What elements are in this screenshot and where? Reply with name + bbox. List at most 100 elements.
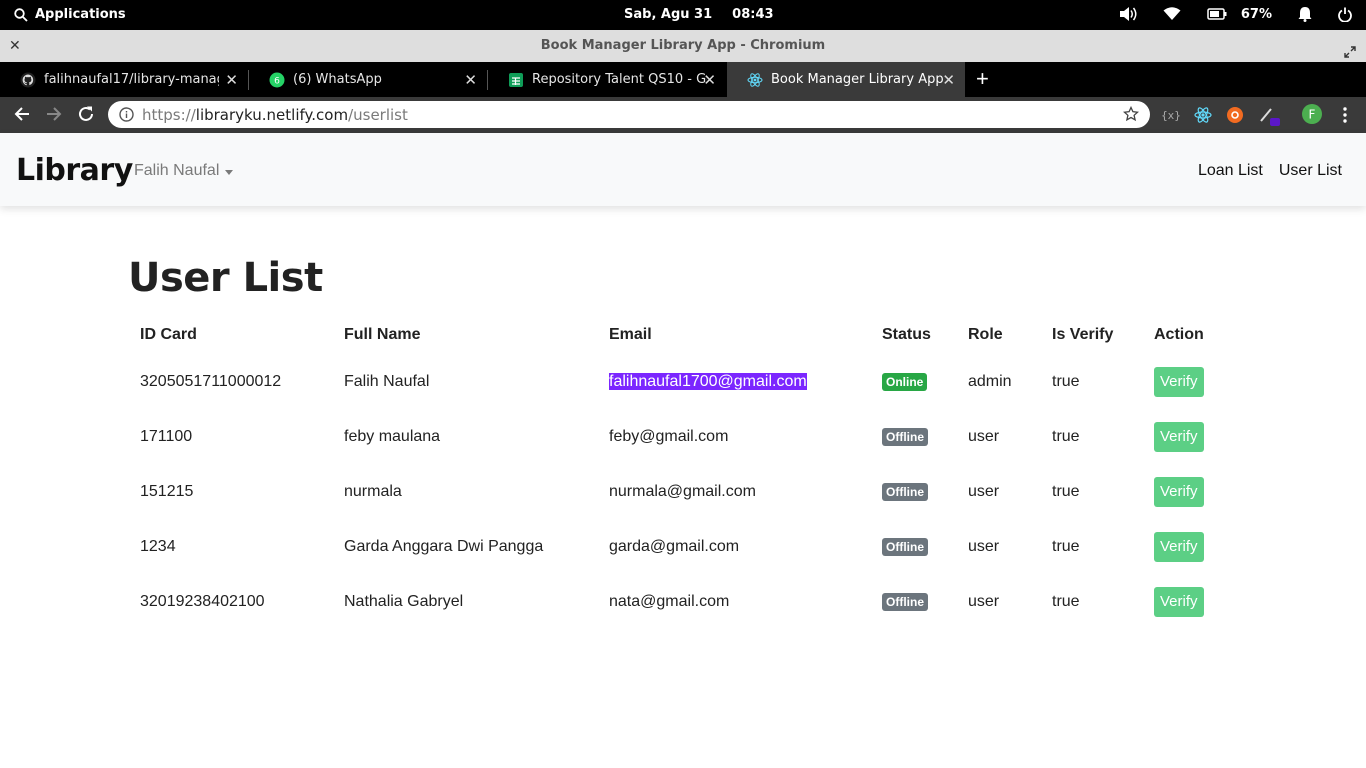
cell-action: Verify: [1142, 354, 1232, 409]
back-arrow-icon[interactable]: [13, 105, 31, 128]
svg-text:6: 6: [274, 76, 280, 86]
tab-github[interactable]: falihnaufal17/library-managem ✕: [0, 62, 248, 97]
battery-icon: [1207, 8, 1227, 20]
column-header-is-verify: Is Verify: [1052, 325, 1114, 343]
url-scheme: https://: [142, 106, 196, 124]
cell-id-card: 1234: [140, 537, 176, 555]
cell-status: Online: [870, 354, 956, 409]
caret-down-icon: [225, 169, 234, 175]
status-badge: Online: [882, 372, 928, 391]
search-icon: [14, 7, 28, 22]
profile-avatar[interactable]: F: [1302, 104, 1322, 129]
cell-status: Offline: [870, 409, 956, 464]
power-icon[interactable]: [1338, 7, 1352, 22]
browser-menu-icon[interactable]: [1336, 106, 1354, 129]
tab-close-icon[interactable]: ✕: [942, 71, 955, 89]
clock[interactable]: Sab, Agu 31 08:43: [624, 7, 774, 22]
svg-text:F: F: [1309, 108, 1316, 122]
cell-full-name: feby maulana: [344, 427, 441, 445]
table-row: 1234 Garda Anggara Dwi Pangga garda@gmai…: [128, 519, 1232, 574]
bookmark-star-icon[interactable]: [1122, 105, 1140, 127]
user-table: ID Card Full Name Email Status Role Is V…: [128, 315, 1232, 629]
column-header-role: Role: [968, 325, 1003, 343]
cell-full-name: Garda Anggara Dwi Pangga: [344, 537, 544, 555]
url-path: /userlist: [348, 106, 408, 124]
forward-arrow-icon[interactable]: [45, 105, 63, 128]
window-close-icon[interactable]: ✕: [9, 30, 21, 62]
brand-logo[interactable]: Library: [16, 153, 133, 188]
wifi-icon[interactable]: [1163, 7, 1181, 21]
os-top-bar: Applications Sab, Agu 31 08:43 67%: [0, 0, 1366, 30]
user-name: Falih Naufal: [134, 162, 220, 179]
cell-id-card: 151215: [140, 482, 194, 500]
tab-strip: falihnaufal17/library-managem ✕ 6 (6) Wh…: [0, 62, 1366, 97]
cell-is-verify: true: [1052, 427, 1080, 445]
table-header-row: ID Card Full Name Email Status Role Is V…: [128, 315, 1232, 354]
github-icon: [20, 72, 36, 88]
status-badge: Offline: [882, 482, 928, 501]
verify-button[interactable]: Verify: [1154, 586, 1204, 617]
tab-book-manager[interactable]: Book Manager Library App ✕: [727, 62, 965, 97]
reload-icon[interactable]: [77, 105, 95, 128]
notifications-bell-icon[interactable]: [1298, 6, 1312, 22]
table-row: 3205051711000012 Falih Naufal falihnaufa…: [128, 354, 1232, 409]
column-header-full-name: Full Name: [344, 325, 421, 343]
table-row: 171100 feby maulana feby@gmail.com Offli…: [128, 409, 1232, 464]
user-dropdown[interactable]: Falih Naufal: [134, 162, 234, 180]
tab-label: Book Manager Library App: [771, 72, 944, 87]
cell-full-name: Falih Naufal: [344, 372, 430, 390]
react-devtools-icon[interactable]: [1194, 106, 1212, 129]
battery-percent: 67%: [1240, 6, 1272, 22]
sheets-icon: [508, 72, 524, 88]
cell-status: Offline: [870, 574, 956, 629]
tab-google-sheets[interactable]: Repository Talent QS10 - Googl ✕: [488, 62, 726, 97]
column-header-email: Email: [609, 325, 652, 343]
site-info-icon[interactable]: [119, 107, 134, 127]
tab-close-icon[interactable]: ✕: [464, 71, 477, 89]
volume-icon[interactable]: [1119, 6, 1137, 22]
column-header-status: Status: [882, 325, 931, 343]
battery-indicator[interactable]: 67%: [1207, 7, 1272, 22]
tab-close-icon[interactable]: ✕: [703, 71, 716, 89]
cell-role: user: [968, 537, 1000, 555]
cell-email: nurmala@gmail.com: [609, 482, 756, 500]
cell-action: Verify: [1142, 409, 1232, 464]
svg-text:{x}: {x}: [1162, 109, 1180, 122]
status-badge: Offline: [882, 537, 928, 556]
tab-close-icon[interactable]: ✕: [225, 71, 238, 89]
nav-link-user-list[interactable]: User List: [1279, 162, 1342, 180]
cell-email: nata@gmail.com: [609, 592, 730, 610]
new-tab-plus-icon[interactable]: +: [976, 68, 989, 90]
nav-link-loan-list[interactable]: Loan List: [1198, 162, 1263, 180]
verify-button[interactable]: Verify: [1154, 366, 1204, 397]
system-tray: 67%: [1119, 6, 1352, 22]
cell-is-verify: true: [1052, 482, 1080, 500]
cell-role: user: [968, 427, 1000, 445]
window-title-bar: ✕ Book Manager Library App - Chromium: [0, 30, 1366, 62]
tab-whatsapp[interactable]: 6 (6) WhatsApp ✕: [249, 62, 487, 97]
cell-status: Offline: [870, 519, 956, 574]
url-text: https://libraryku.netlify.com/userlist: [142, 106, 408, 124]
applications-menu[interactable]: Applications: [14, 7, 126, 22]
cell-id-card: 32019238402100: [140, 592, 265, 610]
verify-button[interactable]: Verify: [1154, 476, 1204, 507]
verify-button[interactable]: Verify: [1154, 531, 1204, 562]
cell-role: user: [968, 482, 1000, 500]
cell-email: garda@gmail.com: [609, 537, 740, 555]
cell-email: falihnaufal1700@gmail.com: [597, 354, 870, 409]
clock-time: 08:43: [732, 7, 774, 22]
applications-label: Applications: [35, 7, 126, 22]
cell-action: Verify: [1142, 574, 1232, 629]
status-badge: Offline: [882, 592, 928, 611]
clock-date: Sab, Agu 31: [624, 7, 713, 22]
address-bar[interactable]: https://libraryku.netlify.com/userlist: [108, 101, 1150, 128]
extension-orange-icon[interactable]: [1226, 106, 1244, 129]
extension-braces-icon[interactable]: {x}: [1161, 106, 1181, 129]
verify-button[interactable]: Verify: [1154, 421, 1204, 452]
cell-status: Offline: [870, 464, 956, 519]
cell-id-card: 171100: [140, 427, 193, 445]
selected-email-text: falihnaufal1700@gmail.com: [609, 372, 807, 390]
browser-toolbar: https://libraryku.netlify.com/userlist {…: [0, 97, 1366, 133]
cell-is-verify: true: [1052, 592, 1080, 610]
color-picker-icon[interactable]: [1258, 106, 1280, 131]
